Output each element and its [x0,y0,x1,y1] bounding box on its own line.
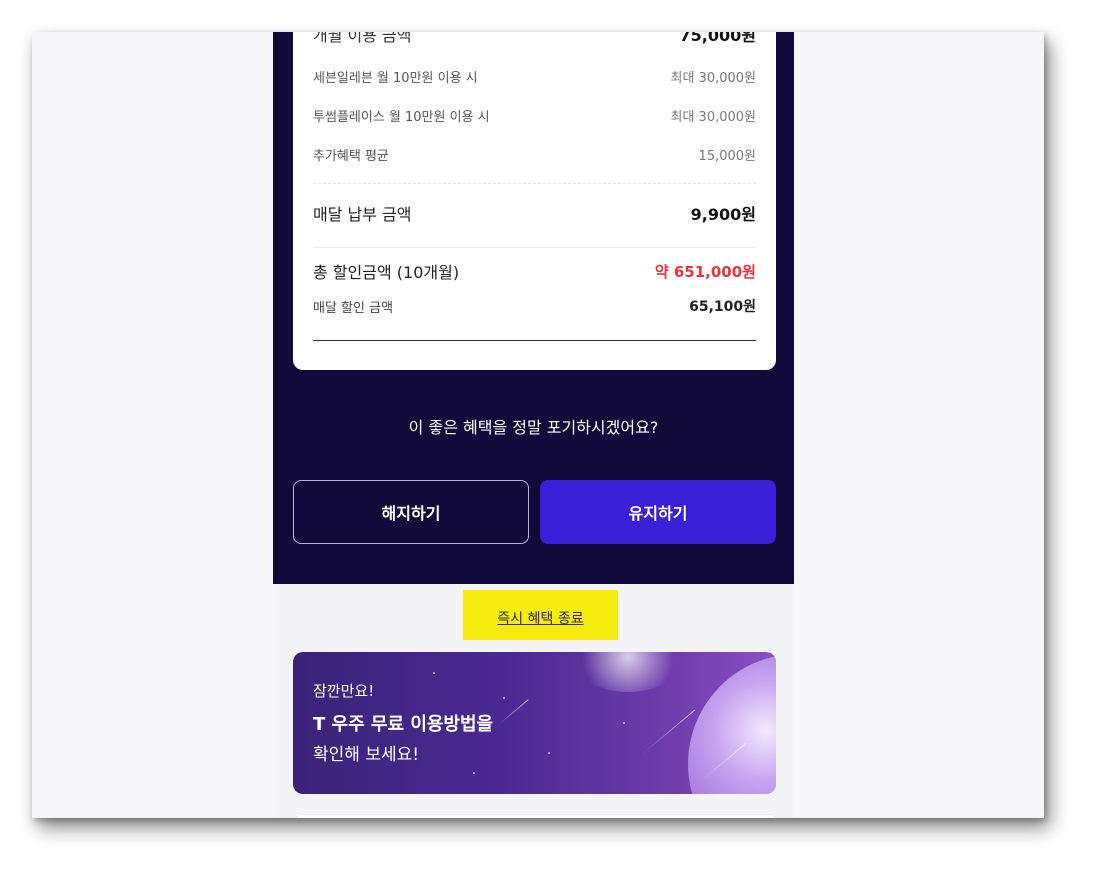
benefit-row-twosome: 투썸플레이스 월 10만원 이용 시 최대 30,000원 [313,106,756,125]
monthly-payment-row: 매달 납부 금액 9,900원 [313,201,756,225]
row-value: 약 651,000원 [654,262,756,281]
streak-decoration [497,699,529,726]
row-value: 75,000원 [679,32,756,45]
banner-line1: 잠깐만요! [313,682,375,700]
row-label: 세븐일레븐 월 10만원 이용 시 [313,71,478,86]
row-label: 투썸플레이스 월 10만원 이용 시 [313,110,490,125]
planet-illustration [688,654,776,794]
star-decoration [503,697,505,699]
glow-decoration [573,652,683,692]
benefit-row-monthly-usage: 개월 이용 금액 75,000원 [313,32,756,46]
benefit-summary-card: 개월 이용 금액 75,000원 세븐일레븐 월 10만원 이용 시 최대 30… [293,32,776,370]
screenshot-frame: 개월 이용 금액 75,000원 세븐일레븐 월 10만원 이용 시 최대 30… [32,32,1044,818]
banner-line2: T 우주 무료 이용방법을 [313,714,494,735]
star-decoration [548,752,550,754]
banner-line3: 확인해 보세요! [313,745,420,765]
row-value: 최대 30,000원 [670,71,757,86]
row-label: 총 할인금액 (10개월) [313,263,460,282]
benefit-row-extra: 추가혜택 평균 15,000원 [313,145,756,164]
star-decoration [473,772,475,774]
star-decoration [433,672,435,674]
total-discount-row: 총 할인금액 (10개월) 약 651,000원 [313,259,756,283]
streak-decoration [640,709,696,756]
divider [313,247,756,248]
row-value: 9,900원 [690,205,756,224]
next-card-peek [293,814,778,818]
row-label: 매달 납부 금액 [313,205,412,224]
row-value: 15,000원 [698,149,756,164]
end-benefit-link[interactable]: 즉시 혜택 종료 [463,608,618,628]
cancel-confirm-question: 이 좋은 혜택을 정말 포기하시겠어요? [408,418,659,437]
star-decoration [623,722,625,724]
mobile-screen: 개월 이용 금액 75,000원 세븐일레븐 월 10만원 이용 시 최대 30… [273,32,794,818]
divider [313,183,756,184]
row-value: 65,100원 [689,299,756,315]
monthly-discount-row: 매달 할인 금액 65,100원 [313,296,756,316]
row-label: 매달 할인 금액 [313,300,394,316]
keep-subscription-button[interactable]: 유지하기 [540,480,776,544]
benefit-row-seven-eleven: 세븐일레븐 월 10만원 이용 시 최대 30,000원 [313,67,756,86]
promo-banner[interactable]: 잠깐만요! T 우주 무료 이용방법을 확인해 보세요! [293,652,776,794]
row-label: 추가혜택 평균 [313,149,389,164]
divider [313,340,756,341]
row-value: 최대 30,000원 [670,110,757,125]
dark-section: 개월 이용 금액 75,000원 세븐일레븐 월 10만원 이용 시 최대 30… [273,32,794,584]
cancel-subscription-button[interactable]: 해지하기 [293,480,529,544]
row-label: 개월 이용 금액 [313,32,412,45]
